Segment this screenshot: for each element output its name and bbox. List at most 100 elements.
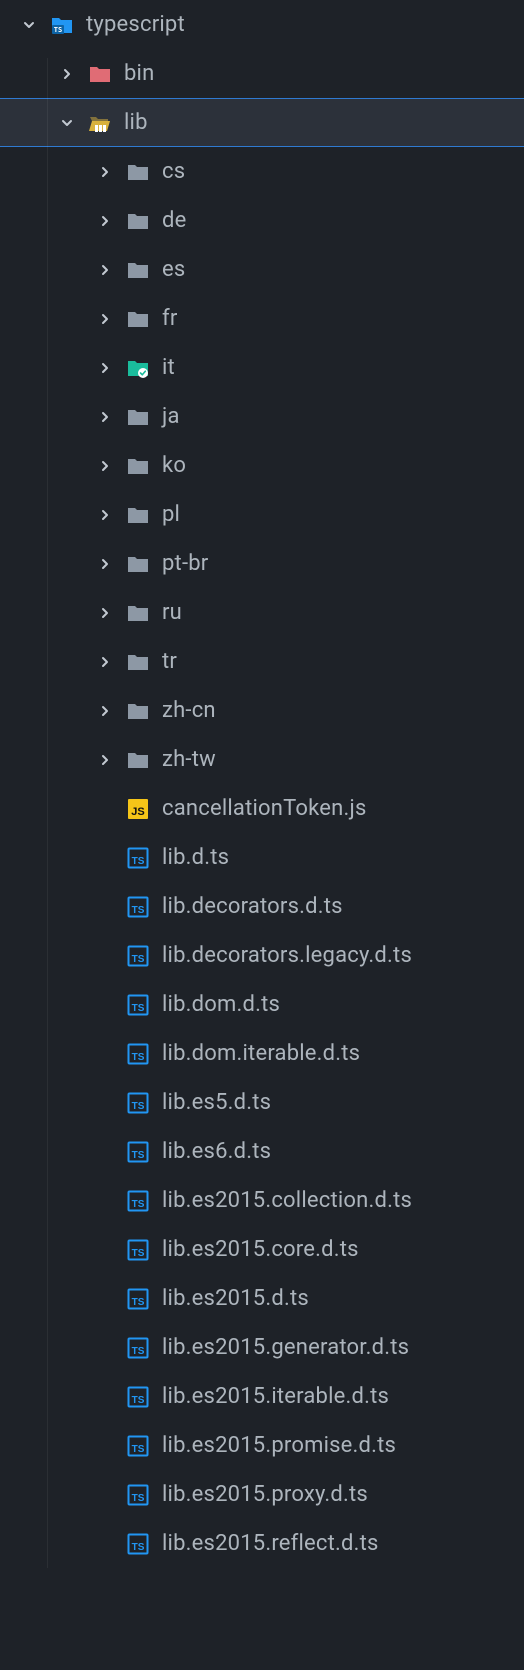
- tree-row[interactable]: fr: [0, 294, 524, 343]
- tree-row[interactable]: TSlib.dom.iterable.d.ts: [0, 1029, 524, 1078]
- tree-row[interactable]: TSlib.decorators.legacy.d.ts: [0, 931, 524, 980]
- tree-item-label: lib.es2015.generator.d.ts: [162, 1335, 409, 1360]
- folder-icon: [126, 748, 150, 772]
- typescript-file-icon: TS: [126, 846, 150, 870]
- tree-item-label: lib.es2015.reflect.d.ts: [162, 1531, 379, 1556]
- tree-item-label: lib.d.ts: [162, 845, 229, 870]
- tree-row[interactable]: TS lib.d.ts: [0, 833, 524, 882]
- tree-row[interactable]: cs: [0, 147, 524, 196]
- typescript-file-icon: TS: [126, 1532, 150, 1556]
- folder-icon: [126, 405, 150, 429]
- tree-row[interactable]: es: [0, 245, 524, 294]
- chevron-right-icon[interactable]: [96, 359, 114, 377]
- chevron-right-icon[interactable]: [96, 310, 114, 328]
- tree-row[interactable]: TSlib.es2015.promise.d.ts: [0, 1421, 524, 1470]
- indent-guide: [47, 58, 48, 1568]
- tree-item-label: pt-br: [162, 551, 208, 576]
- tree-row[interactable]: TS lib.es6.d.ts: [0, 1127, 524, 1176]
- tree-row[interactable]: ko: [0, 441, 524, 490]
- typescript-file-icon: TS: [126, 1483, 150, 1507]
- typescript-file-icon: TS: [126, 1287, 150, 1311]
- folder-lib-open-icon: [88, 111, 112, 135]
- tree-row[interactable]: TS lib.es5.d.ts: [0, 1078, 524, 1127]
- tree-row[interactable]: JScancellationToken.js: [0, 784, 524, 833]
- typescript-file-icon: TS: [126, 895, 150, 919]
- tree-item-label: lib.es2015.iterable.d.ts: [162, 1384, 389, 1409]
- svg-text:TS: TS: [132, 1101, 145, 1112]
- tree-item-label: zh-tw: [162, 747, 216, 772]
- tree-item-label: lib.es2015.proxy.d.ts: [162, 1482, 368, 1507]
- file-tree[interactable]: TS typescript binlib cs dees fr it ja ko pl pt-br r…: [0, 0, 524, 1568]
- svg-text:TS: TS: [132, 1003, 145, 1014]
- chevron-right-icon[interactable]: [96, 261, 114, 279]
- chevron-down-icon[interactable]: [20, 16, 38, 34]
- tree-row[interactable]: pl: [0, 490, 524, 539]
- chevron-right-icon[interactable]: [96, 555, 114, 573]
- tree-row[interactable]: TSlib.es2015.collection.d.ts: [0, 1176, 524, 1225]
- tree-item-label: lib.dom.iterable.d.ts: [162, 1041, 360, 1066]
- tree-item-label: lib.dom.d.ts: [162, 992, 280, 1017]
- typescript-file-icon: TS: [126, 1336, 150, 1360]
- tree-row[interactable]: TS lib.es2015.reflect.d.ts: [0, 1519, 524, 1568]
- typescript-file-icon: TS: [126, 944, 150, 968]
- tree-item-label: cs: [162, 159, 185, 184]
- tree-row[interactable]: it: [0, 343, 524, 392]
- folder-icon: [126, 454, 150, 478]
- tree-item-label: pl: [162, 502, 180, 527]
- svg-text:TS: TS: [132, 1248, 145, 1259]
- tree-row[interactable]: pt-br: [0, 539, 524, 588]
- chevron-right-icon[interactable]: [96, 604, 114, 622]
- tree-row[interactable]: TS lib.es2015.proxy.d.ts: [0, 1470, 524, 1519]
- tree-row[interactable]: ru: [0, 588, 524, 637]
- tree-row[interactable]: TSlib.decorators.d.ts: [0, 882, 524, 931]
- folder-verified-icon: [126, 356, 150, 380]
- chevron-right-icon[interactable]: [58, 65, 76, 83]
- tree-row[interactable]: TS lib.es2015.iterable.d.ts: [0, 1372, 524, 1421]
- svg-text:TS: TS: [132, 1199, 145, 1210]
- tree-item-label: lib.es2015.core.d.ts: [162, 1237, 359, 1262]
- folder-icon: [126, 503, 150, 527]
- tree-item-label: cancellationToken.js: [162, 796, 367, 821]
- tree-row[interactable]: TS lib.es2015.core.d.ts: [0, 1225, 524, 1274]
- tree-row[interactable]: TS lib.es2015.generator.d.ts: [0, 1323, 524, 1372]
- typescript-file-icon: TS: [126, 1434, 150, 1458]
- tree-row[interactable]: TS lib.dom.d.ts: [0, 980, 524, 1029]
- tree-row[interactable]: ja: [0, 392, 524, 441]
- tree-item-label: lib.es6.d.ts: [162, 1139, 271, 1164]
- chevron-right-icon[interactable]: [96, 457, 114, 475]
- folder-icon: [126, 209, 150, 233]
- tree-row[interactable]: zh-cn: [0, 686, 524, 735]
- typescript-file-icon: TS: [126, 1140, 150, 1164]
- tree-item-label: ko: [162, 453, 186, 478]
- tree-row[interactable]: de: [0, 196, 524, 245]
- chevron-right-icon[interactable]: [96, 163, 114, 181]
- svg-text:TS: TS: [54, 26, 62, 34]
- tree-item-label: typescript: [86, 12, 185, 37]
- folder-icon: [126, 258, 150, 282]
- tree-row[interactable]: zh-tw: [0, 735, 524, 784]
- tree-row[interactable]: lib: [0, 98, 524, 147]
- tree-row[interactable]: bin: [0, 49, 524, 98]
- tree-row[interactable]: TS typescript: [0, 0, 524, 49]
- folder-icon: [126, 699, 150, 723]
- tree-item-label: fr: [162, 306, 178, 331]
- chevron-right-icon[interactable]: [96, 506, 114, 524]
- svg-text:TS: TS: [132, 1150, 145, 1161]
- tree-item-label: it: [162, 355, 175, 380]
- typescript-file-icon: TS: [126, 1091, 150, 1115]
- tree-row[interactable]: tr: [0, 637, 524, 686]
- chevron-right-icon[interactable]: [96, 408, 114, 426]
- chevron-right-icon[interactable]: [96, 212, 114, 230]
- tree-row[interactable]: TSlib.es2015.d.ts: [0, 1274, 524, 1323]
- tree-item-label: zh-cn: [162, 698, 216, 723]
- chevron-right-icon[interactable]: [96, 751, 114, 769]
- folder-bin-icon: [88, 62, 112, 86]
- folder-icon: [126, 552, 150, 576]
- chevron-right-icon[interactable]: [96, 702, 114, 720]
- chevron-down-icon[interactable]: [58, 114, 76, 132]
- file-explorer[interactable]: TS typescript binlib cs dees fr it ja ko pl pt-br r…: [0, 0, 524, 1568]
- folder-icon: [126, 307, 150, 331]
- chevron-right-icon[interactable]: [96, 653, 114, 671]
- tree-item-label: lib.es5.d.ts: [162, 1090, 271, 1115]
- svg-text:TS: TS: [132, 1395, 145, 1406]
